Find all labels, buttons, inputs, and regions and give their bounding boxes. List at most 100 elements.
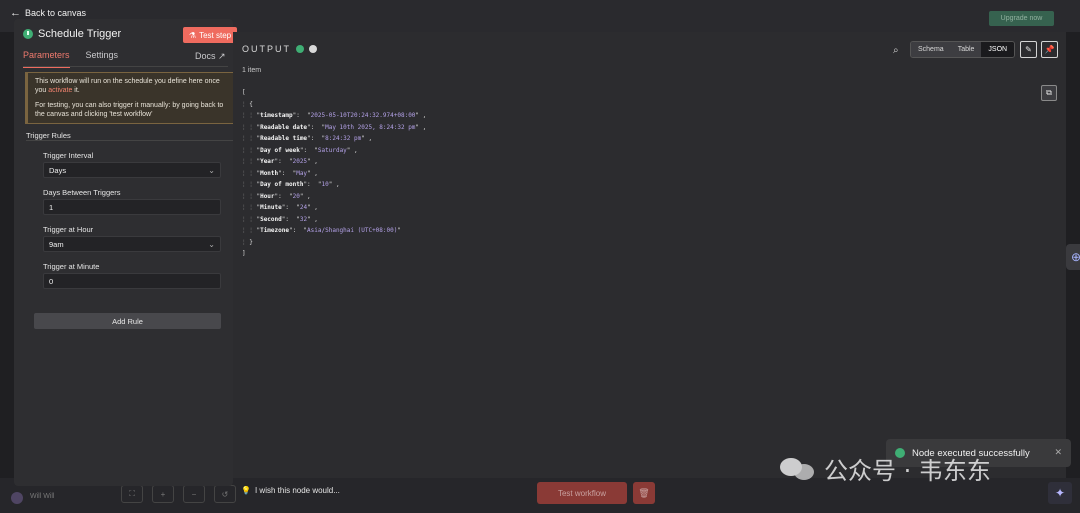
feedback-label: I wish this node would... xyxy=(254,486,340,495)
json-key: Day of week xyxy=(260,146,300,154)
add-rule-label: Add Rule xyxy=(112,316,143,326)
json-value: May 10th 2025, 8:24:32 pm xyxy=(325,123,416,131)
activate-link[interactable]: activate xyxy=(48,87,72,94)
upgrade-button[interactable]: Upgrade now xyxy=(989,11,1054,26)
json-value: 8:24:32 pm xyxy=(325,135,362,142)
notice-line-1: This workflow will run on the schedule y… xyxy=(35,77,227,95)
json-row: ¦ ¦ "Readable date": "May 10th 2025, 8:2… xyxy=(242,123,427,131)
zoom-in-button[interactable]: + xyxy=(152,485,174,503)
output-header: OUTPUT xyxy=(242,44,317,54)
schedule-notice: This workflow will run on the schedule y… xyxy=(25,72,235,124)
trigger-hour-label: Trigger at Hour xyxy=(43,225,94,234)
check-circle-icon xyxy=(296,45,304,53)
clock-icon xyxy=(23,29,33,39)
json-row: ¦ ¦ "Minute": "24" , xyxy=(242,204,318,211)
pin-icon: 📌 xyxy=(1044,45,1055,54)
pin-data-button[interactable]: 📌 xyxy=(1041,41,1058,58)
json-open-bracket: [ xyxy=(242,89,246,96)
json-key: Second xyxy=(260,215,282,223)
json-row: ¦ ¦ "Day of week": "Saturday" , xyxy=(242,146,358,154)
json-key: timestamp xyxy=(260,112,293,119)
zoom-out-button[interactable]: − xyxy=(183,485,205,503)
watermark: 公众号 · 韦东东 xyxy=(778,451,991,486)
docs-label: Docs xyxy=(195,51,216,61)
trash-icon: 🗑 xyxy=(638,487,650,498)
json-key: Minute xyxy=(260,204,282,211)
info-icon[interactable] xyxy=(309,45,317,53)
json-row: ¦ ¦ "Timezone": "Asia/Shanghai (UTC+08:0… xyxy=(242,227,401,234)
copy-button[interactable]: ⧉ xyxy=(1041,85,1057,101)
output-panel: OUTPUT 1 item ⌕ Schema Table JSON ✎ 📌 ⧉ … xyxy=(233,32,1066,478)
arrow-left-icon: ← xyxy=(10,7,21,19)
days-between-value: 1 xyxy=(49,202,54,212)
test-step-label: Test step xyxy=(199,30,232,40)
flask-icon: ⚗ xyxy=(188,30,197,40)
json-value: 10 xyxy=(321,181,329,188)
output-title: OUTPUT xyxy=(242,44,291,54)
zoom-fit-button[interactable]: ⛶ xyxy=(121,485,143,503)
pencil-icon: ✎ xyxy=(1025,45,1032,54)
trigger-interval-select[interactable]: Days ⌄ xyxy=(43,162,221,178)
translate-button[interactable]: ⊕ xyxy=(1066,244,1080,270)
globe-icon: ⊕ xyxy=(1070,250,1080,264)
copy-icon: ⧉ xyxy=(1046,88,1052,97)
trigger-interval-value: Days xyxy=(49,165,67,175)
json-key: Hour xyxy=(260,192,275,200)
notice-line-2: For testing, you can also trigger it man… xyxy=(35,102,224,118)
json-close-brace: ¦ } xyxy=(242,238,253,246)
reset-icon: ↺ xyxy=(221,489,229,499)
json-value: Saturday xyxy=(317,146,347,154)
view-json-button[interactable]: JSON xyxy=(981,42,1015,57)
zoom-reset-button[interactable]: ↺ xyxy=(214,485,236,503)
user-name: Will Will xyxy=(30,493,55,500)
json-output: [ ¦ { ¦ ¦ "timestamp": "2025-05-10T20:24… xyxy=(242,87,426,260)
back-to-canvas-button[interactable]: ← Back to canvas xyxy=(10,7,86,19)
json-value: Asia/Shanghai (UTC+08:00) xyxy=(307,227,398,234)
trigger-interval-label: Trigger Interval xyxy=(43,151,94,160)
feedback-link[interactable]: 💡 I wish this node would... xyxy=(241,486,340,495)
ai-assistant-button[interactable]: ✦ xyxy=(1048,482,1072,504)
json-value: 2025 xyxy=(292,158,308,165)
chevron-down-icon: ⌄ xyxy=(208,165,215,175)
trigger-hour-select[interactable]: 9am ⌄ xyxy=(43,236,221,252)
back-to-canvas-label: Back to canvas xyxy=(25,8,87,18)
json-key: Year xyxy=(260,158,275,165)
delete-button[interactable]: 🗑 xyxy=(633,482,655,504)
json-key: Day of month xyxy=(260,181,304,188)
edit-output-button[interactable]: ✎ xyxy=(1020,41,1037,58)
view-schema-button[interactable]: Schema xyxy=(911,42,951,57)
tab-divider xyxy=(23,66,228,67)
docs-link[interactable]: Docs ↗ xyxy=(195,51,226,62)
add-rule-button[interactable]: Add Rule xyxy=(34,313,221,329)
node-title: Schedule Trigger xyxy=(38,28,122,40)
lightbulb-icon: 💡 xyxy=(241,486,251,495)
days-between-label: Days Between Triggers xyxy=(43,188,121,197)
days-between-input[interactable]: 1 xyxy=(43,199,221,215)
external-link-icon: ↗ xyxy=(218,51,226,61)
json-value: 24 xyxy=(299,204,308,211)
search-icon[interactable]: ⌕ xyxy=(893,45,899,56)
json-key: Readable time xyxy=(260,135,308,142)
close-icon[interactable]: ✕ xyxy=(1054,447,1062,458)
json-key: Readable date xyxy=(260,123,308,131)
json-value: 2025-05-10T20:24:32.974+08:00 xyxy=(310,112,416,119)
json-row: ¦ ¦ "Second": "32" , xyxy=(242,215,318,223)
node-parameters-panel: Schedule Trigger ⚗ Test step Parameters … xyxy=(14,19,237,486)
json-value: May xyxy=(296,169,308,177)
upgrade-label: Upgrade now xyxy=(1000,15,1043,22)
view-mode-switch: Schema Table JSON xyxy=(910,41,1016,58)
avatar[interactable] xyxy=(11,492,23,504)
zoom-out-icon: − xyxy=(191,489,197,499)
fit-icon: ⛶ xyxy=(129,489,135,498)
test-workflow-label: Test workflow xyxy=(557,488,606,498)
trigger-rules-title: Trigger Rules xyxy=(26,131,71,140)
json-close-bracket: ] xyxy=(242,250,246,257)
json-row: ¦ ¦ "Readable time": "8:24:32 pm" , xyxy=(242,135,373,142)
test-workflow-button[interactable]: Test workflow xyxy=(537,482,627,504)
test-step-button[interactable]: ⚗ Test step xyxy=(183,27,237,43)
json-open-brace: ¦ { xyxy=(242,100,253,108)
view-table-button[interactable]: Table xyxy=(950,42,982,57)
trigger-minute-input[interactable]: 0 xyxy=(43,273,221,289)
section-divider xyxy=(26,140,233,141)
json-value: 20 xyxy=(292,192,300,200)
